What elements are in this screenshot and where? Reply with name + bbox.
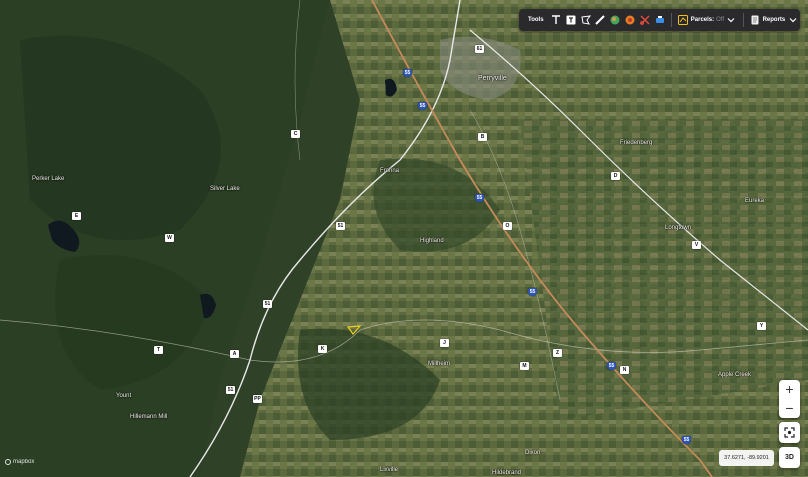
route-shield-t: T — [154, 346, 163, 354]
route-shield-z: Z — [553, 349, 562, 357]
coordinate-readout: 37.6271, -89.9201 — [719, 450, 774, 466]
parcels-label[interactable]: Parcels: — [691, 17, 714, 23]
chevron-down-icon[interactable] — [726, 14, 737, 26]
toolbar-title: Tools — [528, 17, 544, 23]
route-shield-b: B — [478, 133, 487, 141]
place-label-hillemann-mill: Hillemann Mill — [130, 414, 168, 420]
place-label-frohna: Frohna — [380, 168, 400, 174]
route-shield-w: W — [165, 234, 174, 242]
place-label-hildebrand: Hildebrand — [492, 470, 522, 476]
zoom-control: + − — [779, 380, 800, 418]
route-shield-d: D — [611, 172, 620, 180]
3d-toggle-button[interactable]: 3D — [779, 447, 800, 468]
zoom-out-button[interactable]: − — [779, 399, 800, 418]
route-shield-us61: 61 — [475, 45, 484, 53]
chevron-down-icon[interactable] — [787, 14, 798, 26]
route-shield-us61: 51 — [263, 300, 272, 308]
route-shield-i55: 55 — [475, 194, 484, 202]
text-icon[interactable] — [551, 14, 562, 26]
route-shield-us61: 51 — [336, 222, 345, 230]
parcel-icon[interactable] — [678, 14, 689, 26]
focus-frame-icon — [784, 427, 795, 438]
route-shield-i55: 55 — [418, 102, 427, 110]
route-shield-v: V — [692, 241, 701, 249]
mapbox-logo: mapbox — [5, 459, 34, 465]
circle-icon[interactable] — [625, 14, 636, 26]
globe-icon[interactable] — [610, 14, 621, 26]
mapbox-attribution: mapbox — [13, 459, 35, 465]
parcels-state: Off — [716, 17, 725, 23]
satellite-map[interactable]: Perryville Frohna Silver Lake Perker Lak… — [0, 0, 808, 477]
mapbox-logo-icon — [5, 459, 11, 465]
reports-icon[interactable] — [750, 14, 761, 26]
route-shield-i55: 55 — [403, 69, 412, 77]
print-icon[interactable] — [654, 14, 665, 26]
route-shield-m: M — [520, 362, 529, 370]
route-shield-j: J — [440, 339, 449, 347]
place-label-lixville: Lixville — [380, 467, 399, 473]
route-shield-k: K — [318, 345, 327, 353]
text-box-icon[interactable] — [565, 14, 576, 26]
route-shield-us61: 51 — [226, 386, 235, 394]
place-label-highland: Highland — [420, 238, 444, 244]
place-label-apple-creek: Apple Creek — [718, 372, 752, 378]
route-shield-a: A — [230, 350, 239, 358]
route-shield-n: N — [620, 366, 629, 374]
place-label-dixon: Dixon — [525, 450, 541, 456]
toolbar-divider — [671, 13, 672, 27]
place-label-perker-lake: Perker Lake — [32, 176, 65, 182]
route-shield-e: E — [72, 212, 81, 220]
reports-label[interactable]: Reports — [763, 17, 786, 23]
zoom-in-button[interactable]: + — [779, 380, 800, 399]
place-label-yount: Yount — [116, 393, 132, 399]
place-label-longtown: Longtown — [665, 225, 692, 231]
place-label-silver-lake: Silver Lake — [210, 186, 240, 192]
route-shield-y: Y — [757, 322, 766, 330]
toolbar-divider — [742, 13, 744, 27]
route-shield-i55: 55 — [528, 288, 537, 296]
ruler-icon[interactable] — [595, 14, 606, 26]
route-shield-o: O — [503, 222, 512, 230]
route-shield-pp: PP — [253, 395, 262, 403]
polygon-icon[interactable] — [580, 14, 591, 26]
route-shield-i55: 55 — [607, 362, 616, 370]
place-label-perryville: Perryville — [478, 75, 507, 82]
map-toolbar: Tools Parcels: Off Reports — [519, 9, 800, 31]
route-shield-i55: 55 — [682, 436, 691, 444]
place-label-eureka: Eureka — [745, 198, 765, 204]
place-label-friedenberg: Friedenberg — [620, 140, 653, 146]
place-label-millheim: Millheim — [428, 361, 451, 367]
route-shield-c: C — [291, 130, 300, 138]
fit-bounds-button[interactable] — [779, 422, 800, 443]
scissors-icon[interactable] — [639, 14, 650, 26]
